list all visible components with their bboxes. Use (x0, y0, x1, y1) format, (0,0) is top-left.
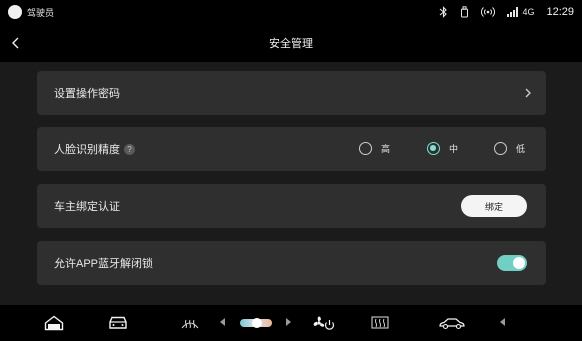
network-type: 4G (522, 7, 535, 17)
owner-label: 车主绑定认证 (54, 201, 120, 213)
bluetooth-unlock-label: 允许APP蓝牙解闭锁 (54, 258, 154, 270)
bind-button[interactable]: 绑定 (461, 195, 527, 217)
signal-icon (507, 7, 519, 17)
signal-group: 4G (507, 7, 534, 17)
radio-high-indicator (359, 142, 372, 155)
radio-low[interactable]: 低 (494, 142, 525, 155)
front-defrost-button[interactable] (179, 311, 201, 335)
page-header: 安全管理 (0, 24, 582, 62)
dock-scroll-left-icon[interactable] (500, 318, 505, 326)
car-button[interactable] (106, 311, 130, 335)
radio-high[interactable]: 高 (359, 142, 390, 155)
radio-low-label: 低 (516, 144, 526, 154)
page-title: 安全管理 (269, 38, 313, 50)
front-defrost-icon (181, 319, 199, 329)
rear-defrost-button[interactable] (369, 311, 391, 335)
phone-slot-icon (460, 6, 469, 18)
face-label: 人脸识别精度 (54, 144, 120, 156)
back-button[interactable] (6, 33, 26, 53)
hotspot-icon (481, 6, 496, 18)
vehicle-icon (439, 318, 465, 330)
radio-medium-indicator (427, 142, 440, 155)
setting-face-row: 人脸识别精度 ? 高 中 低 (37, 127, 546, 171)
driver-label: 驾驶员 (27, 7, 55, 18)
radio-medium[interactable]: 中 (427, 142, 458, 155)
status-bar: 驾驶员 4G 12:29 (0, 0, 582, 24)
setting-bluetooth-row: 允许APP蓝牙解闭锁 (37, 241, 546, 285)
fan-power-icon (313, 316, 335, 330)
car-icon (109, 316, 127, 329)
bottom-dock (0, 305, 582, 341)
chevron-left-icon (12, 37, 19, 49)
radio-medium-label: 中 (449, 144, 459, 154)
slider-knob[interactable] (252, 318, 262, 328)
clock: 12:29 (546, 6, 574, 18)
user-avatar[interactable] (8, 5, 22, 19)
toggle-knob (513, 257, 525, 269)
temperature-slider[interactable] (240, 318, 272, 328)
fan-power-button[interactable] (310, 311, 336, 335)
home-icon (44, 315, 64, 331)
temp-decrease-icon[interactable] (220, 318, 225, 326)
setting-password-row[interactable]: 设置操作密码 (37, 71, 546, 115)
bluetooth-unlock-toggle[interactable] (497, 255, 527, 271)
password-label: 设置操作密码 (54, 88, 120, 100)
help-icon[interactable]: ? (124, 143, 135, 155)
radio-high-label: 高 (381, 144, 391, 154)
chevron-right-icon (525, 88, 531, 98)
temp-increase-icon[interactable] (286, 318, 291, 326)
vehicle-button[interactable] (437, 311, 467, 335)
home-button[interactable] (43, 311, 65, 335)
setting-owner-row: 车主绑定认证 绑定 (37, 184, 546, 228)
radio-low-indicator (494, 142, 507, 155)
bluetooth-icon (439, 6, 448, 18)
rear-defrost-icon (371, 316, 389, 329)
